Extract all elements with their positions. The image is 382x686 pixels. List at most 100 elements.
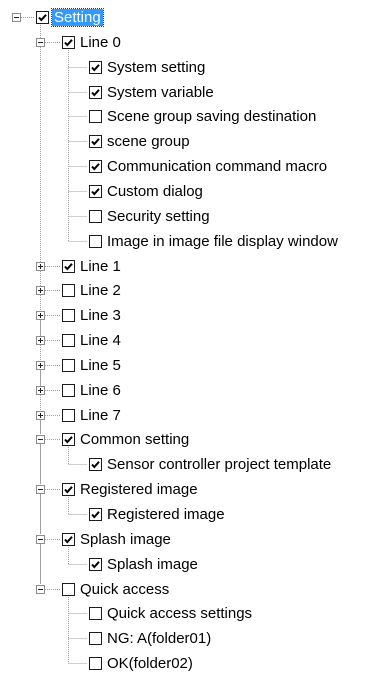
tree-node-communication-command-macro[interactable]: Communication command macro	[89, 157, 329, 176]
tree-node-setting[interactable]: Setting	[36, 8, 104, 27]
tree-node-custom-dialog[interactable]: Custom dialog	[89, 182, 205, 201]
tree-node-label[interactable]: Setting	[51, 8, 104, 27]
expand-icon[interactable]	[36, 361, 45, 370]
expand-icon[interactable]	[36, 411, 45, 420]
tree-node-label[interactable]: Scene group saving destination	[105, 108, 318, 125]
tree-node-system-setting[interactable]: System setting	[89, 58, 207, 77]
tree-node-sensor-controller-project-template[interactable]: Sensor controller project template	[89, 455, 333, 474]
tree-node-label[interactable]: System variable	[105, 84, 216, 101]
tree-node-label[interactable]: Line 7	[78, 407, 123, 424]
tree-node-label[interactable]: Line 1	[78, 258, 123, 275]
checkbox[interactable]	[89, 135, 102, 148]
tree-node-label[interactable]: Line 5	[78, 357, 123, 374]
tree-node-line-1[interactable]: Line 1	[62, 257, 123, 276]
checkmark-icon	[91, 461, 100, 469]
tree-node-scene-group-saving-destination[interactable]: Scene group saving destination	[89, 107, 318, 126]
checkbox[interactable]	[89, 210, 102, 223]
tree-node-scene-group[interactable]: scene group	[89, 132, 192, 151]
checkbox[interactable]	[36, 11, 49, 24]
collapse-icon[interactable]	[36, 585, 45, 594]
tree-node-label[interactable]: Registered image	[78, 481, 200, 498]
tree-node-label[interactable]: Image in image file display window	[105, 233, 340, 250]
tree-node-line-6[interactable]: Line 6	[62, 381, 123, 400]
tree-node-label[interactable]: Splash image	[78, 531, 173, 548]
collapse-icon[interactable]	[36, 38, 45, 47]
checkbox[interactable]	[62, 533, 75, 546]
checkbox[interactable]	[62, 359, 75, 372]
tree-node-system-variable[interactable]: System variable	[89, 83, 216, 102]
checkbox[interactable]	[89, 508, 102, 521]
checkbox[interactable]	[89, 185, 102, 198]
tree-node-splash-image[interactable]: Splash image	[89, 555, 200, 574]
tree-node-security-setting[interactable]: Security setting	[89, 207, 212, 226]
tree-node-line-5[interactable]: Line 5	[62, 356, 123, 375]
tree-node-label[interactable]: Custom dialog	[105, 183, 205, 200]
expand-icon[interactable]	[36, 311, 45, 320]
expand-icon[interactable]	[36, 262, 45, 271]
tree-node-splash-image[interactable]: Splash image	[62, 530, 173, 549]
tree-node-label[interactable]: Quick access settings	[105, 605, 254, 622]
checkbox[interactable]	[62, 384, 75, 397]
tree-node-line-2[interactable]: Line 2	[62, 281, 123, 300]
tree-node-image-in-image-file-display-window[interactable]: Image in image file display window	[89, 232, 340, 251]
tree-node-line-4[interactable]: Line 4	[62, 331, 123, 350]
checkbox[interactable]	[89, 458, 102, 471]
checkbox[interactable]	[62, 583, 75, 596]
collapse-icon[interactable]	[36, 435, 45, 444]
expand-icon[interactable]	[36, 336, 45, 345]
checkbox[interactable]	[62, 309, 75, 322]
checkmark-icon	[91, 561, 100, 569]
tree-node-quick-access[interactable]: Quick access	[62, 580, 171, 599]
checkbox[interactable]	[62, 433, 75, 446]
checkbox[interactable]	[62, 36, 75, 49]
tree-node-label[interactable]: Line 0	[78, 34, 123, 51]
collapse-icon[interactable]	[36, 535, 45, 544]
tree-node-label[interactable]: Registered image	[105, 506, 227, 523]
checkbox[interactable]	[62, 409, 75, 422]
checkbox[interactable]	[89, 61, 102, 74]
checkbox[interactable]	[62, 284, 75, 297]
tree-node-quick-access-settings[interactable]: Quick access settings	[89, 604, 254, 623]
checkbox[interactable]	[89, 235, 102, 248]
checkmark-icon	[91, 89, 100, 97]
tree-node-label[interactable]: Line 3	[78, 307, 123, 324]
tree-node-label[interactable]: Sensor controller project template	[105, 456, 333, 473]
tree-node-label[interactable]: Security setting	[105, 208, 212, 225]
checkbox[interactable]	[89, 607, 102, 620]
tree-node-registered-image[interactable]: Registered image	[62, 480, 200, 499]
tree-node-label[interactable]: NG: A(folder01)	[105, 630, 213, 647]
tree-node-label[interactable]: Communication command macro	[105, 158, 329, 175]
expand-icon[interactable]	[36, 386, 45, 395]
tree-node-label[interactable]: scene group	[105, 133, 192, 150]
tree-node-line-0[interactable]: Line 0	[62, 33, 123, 52]
checkbox[interactable]	[89, 160, 102, 173]
tree-node-label[interactable]: System setting	[105, 59, 207, 76]
settings-tree: Setting Line 0 System setting System variab…	[0, 0, 382, 686]
tree-connector-lines	[21, 17, 87, 664]
tree-node-label[interactable]: Splash image	[105, 556, 200, 573]
checkbox[interactable]	[89, 110, 102, 123]
collapse-icon[interactable]	[12, 13, 21, 22]
tree-node-common-setting[interactable]: Common setting	[62, 430, 191, 449]
tree-node-ok-folder02[interactable]: OK(folder02)	[89, 654, 195, 673]
checkmark-icon	[64, 436, 73, 444]
checkbox[interactable]	[89, 657, 102, 670]
tree-node-label[interactable]: Line 2	[78, 282, 123, 299]
tree-node-label[interactable]: Line 6	[78, 382, 123, 399]
tree-node-line-3[interactable]: Line 3	[62, 306, 123, 325]
tree-node-ng-a-folder01[interactable]: NG: A(folder01)	[89, 629, 213, 648]
collapse-icon[interactable]	[36, 485, 45, 494]
tree-node-label[interactable]: Quick access	[78, 581, 171, 598]
tree-node-label[interactable]: OK(folder02)	[105, 655, 195, 672]
checkbox[interactable]	[62, 260, 75, 273]
tree-node-label[interactable]: Common setting	[78, 431, 191, 448]
checkbox[interactable]	[62, 483, 75, 496]
checkbox[interactable]	[89, 558, 102, 571]
tree-node-label[interactable]: Line 4	[78, 332, 123, 349]
checkbox[interactable]	[62, 334, 75, 347]
checkbox[interactable]	[89, 632, 102, 645]
tree-node-registered-image[interactable]: Registered image	[89, 505, 227, 524]
expand-icon[interactable]	[36, 286, 45, 295]
checkbox[interactable]	[89, 86, 102, 99]
tree-node-line-7[interactable]: Line 7	[62, 406, 123, 425]
